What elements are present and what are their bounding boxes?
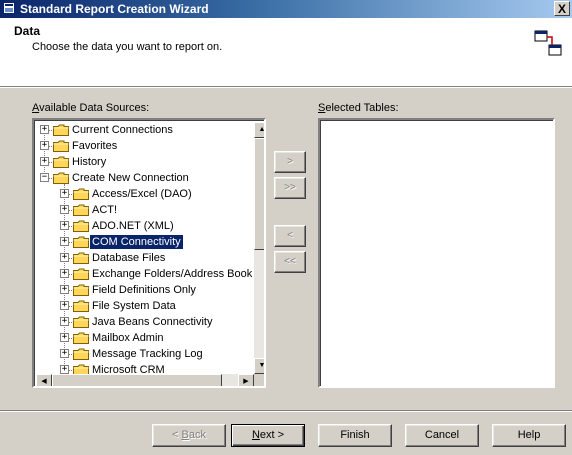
tree-item[interactable]: + ADO.NET (XML) bbox=[36, 218, 254, 234]
tree-item[interactable]: + Access/Excel (DAO) bbox=[36, 186, 254, 202]
expand-icon[interactable]: + bbox=[60, 221, 69, 230]
folder-icon bbox=[53, 140, 69, 152]
expand-icon[interactable]: + bbox=[40, 157, 49, 166]
selected-tables-list[interactable] bbox=[318, 118, 555, 388]
wizard-header: Data Choose the data you want to report … bbox=[0, 18, 572, 87]
tree-item[interactable]: + Favorites bbox=[36, 138, 254, 154]
close-button[interactable]: X bbox=[554, 1, 570, 16]
tree-item-label: Exchange Folders/Address Book bbox=[92, 268, 253, 280]
header-divider bbox=[0, 87, 572, 88]
tree-item[interactable]: + Mailbox Admin bbox=[36, 330, 254, 346]
tree-item-label: Database Files bbox=[92, 252, 166, 264]
remove-all-tables-button[interactable]: << bbox=[274, 251, 306, 273]
page-title: Data bbox=[14, 24, 41, 38]
tree-item[interactable]: + Java Beans Connectivity bbox=[36, 314, 254, 330]
tree-item-label: File System Data bbox=[92, 300, 176, 312]
expand-icon[interactable]: + bbox=[60, 205, 69, 214]
tree-rows: + Current Connections + Favorites + History − C… bbox=[36, 122, 254, 374]
folder-icon bbox=[73, 268, 89, 280]
expand-icon[interactable]: + bbox=[60, 365, 69, 374]
tree-item[interactable]: + Exchange Folders/Address Book bbox=[36, 266, 254, 282]
available-sources-tree[interactable]: + Current Connections + Favorites + History − C… bbox=[32, 118, 266, 388]
vertical-scroll-thumb[interactable] bbox=[254, 138, 264, 250]
help-button[interactable]: Help bbox=[492, 424, 566, 447]
finish-button[interactable]: Finish bbox=[318, 424, 392, 447]
expand-icon[interactable]: + bbox=[60, 269, 69, 278]
expand-icon[interactable]: + bbox=[40, 141, 49, 150]
expand-icon[interactable]: + bbox=[60, 317, 69, 326]
footer-divider-highlight bbox=[0, 411, 572, 412]
tree-item-label: History bbox=[72, 156, 107, 168]
cancel-button[interactable]: Cancel bbox=[405, 424, 479, 447]
expand-icon[interactable]: + bbox=[60, 333, 69, 342]
next-button[interactable]: Next > bbox=[231, 424, 305, 447]
tree-item-label: Field Definitions Only bbox=[92, 284, 196, 296]
back-button[interactable]: < Back bbox=[152, 424, 226, 447]
scroll-up-button[interactable]: ▲ bbox=[254, 122, 264, 138]
folder-icon bbox=[73, 300, 89, 312]
available-sources-label: Available Data Sources: bbox=[32, 102, 150, 114]
title-bar[interactable]: Standard Report Creation Wizard X bbox=[0, 0, 572, 18]
tree-item-label: Message Tracking Log bbox=[92, 348, 203, 360]
scroll-right-button[interactable]: ▶ bbox=[238, 374, 254, 386]
add-table-button[interactable]: > bbox=[274, 151, 306, 173]
folder-icon bbox=[73, 316, 89, 328]
tree-item[interactable]: + COM Connectivity bbox=[36, 234, 254, 250]
scroll-left-button[interactable]: ◀ bbox=[36, 374, 52, 386]
tree-item-label: ACT! bbox=[92, 204, 118, 216]
tree-horizontal-scrollbar[interactable]: ◀ ▶ bbox=[36, 374, 254, 386]
tree-item[interactable]: − Create New Connection bbox=[36, 170, 254, 186]
folder-icon bbox=[53, 156, 69, 168]
horizontal-scroll-thumb[interactable] bbox=[52, 374, 222, 386]
table-link-icon bbox=[534, 30, 562, 56]
tree-item[interactable]: + Message Tracking Log bbox=[36, 346, 254, 362]
page-description: Choose the data you want to report on. bbox=[32, 41, 223, 53]
tree-item[interactable]: + File System Data bbox=[36, 298, 254, 314]
add-all-tables-button[interactable]: >> bbox=[274, 177, 306, 199]
folder-icon bbox=[53, 172, 69, 184]
tree-item[interactable]: + History bbox=[36, 154, 254, 170]
scroll-corner bbox=[254, 374, 264, 386]
expand-icon[interactable]: + bbox=[60, 237, 69, 246]
tree-item-label: Microsoft CRM bbox=[92, 364, 165, 374]
tree-item-label: ADO.NET (XML) bbox=[92, 220, 174, 232]
tree-item[interactable]: + Field Definitions Only bbox=[36, 282, 254, 298]
folder-icon bbox=[73, 204, 89, 216]
tree-vertical-scrollbar[interactable]: ▲ ▼ bbox=[254, 122, 264, 374]
folder-icon bbox=[73, 348, 89, 360]
tree-item[interactable]: + ACT! bbox=[36, 202, 254, 218]
expand-icon[interactable]: + bbox=[60, 301, 69, 310]
tree-item-label: COM Connectivity bbox=[89, 234, 184, 250]
collapse-icon[interactable]: − bbox=[40, 173, 49, 182]
expand-icon[interactable]: + bbox=[60, 189, 69, 198]
folder-icon bbox=[73, 236, 89, 248]
tree-item-label: Access/Excel (DAO) bbox=[92, 188, 192, 200]
expand-icon[interactable]: + bbox=[40, 125, 49, 134]
tree-item[interactable]: + Current Connections bbox=[36, 122, 254, 138]
tree-item-label: Create New Connection bbox=[72, 172, 189, 184]
app-icon bbox=[3, 2, 15, 14]
remove-table-button[interactable]: < bbox=[274, 225, 306, 247]
folder-icon bbox=[73, 284, 89, 296]
folder-icon bbox=[73, 220, 89, 232]
folder-icon bbox=[53, 124, 69, 136]
tree-item-label: Current Connections bbox=[72, 124, 173, 136]
folder-icon bbox=[73, 332, 89, 344]
tree-item-label: Java Beans Connectivity bbox=[92, 316, 213, 328]
folder-icon bbox=[73, 252, 89, 264]
folder-icon bbox=[73, 188, 89, 200]
selected-tables-label: Selected Tables: bbox=[318, 102, 399, 114]
folder-icon bbox=[73, 364, 89, 374]
tree-item[interactable]: + Microsoft CRM bbox=[36, 362, 254, 374]
window-title: Standard Report Creation Wizard bbox=[20, 2, 209, 16]
scroll-down-button[interactable]: ▼ bbox=[254, 358, 264, 374]
tree-item-label: Favorites bbox=[72, 140, 118, 152]
tree-item[interactable]: + Database Files bbox=[36, 250, 254, 266]
expand-icon[interactable]: + bbox=[60, 349, 69, 358]
tree-item-label: Mailbox Admin bbox=[92, 332, 164, 344]
expand-icon[interactable]: + bbox=[60, 253, 69, 262]
expand-icon[interactable]: + bbox=[60, 285, 69, 294]
